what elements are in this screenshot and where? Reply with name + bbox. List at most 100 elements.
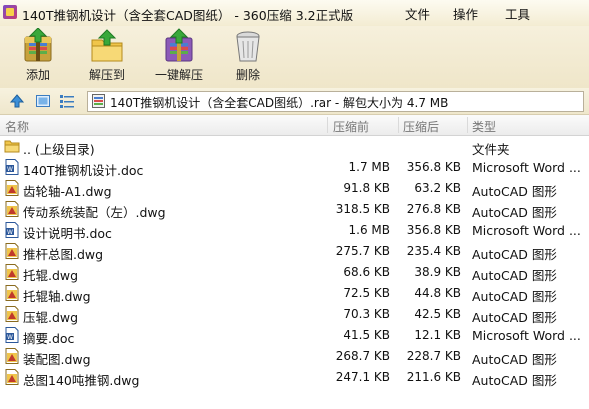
column-divider[interactable] [398, 117, 399, 133]
column-size[interactable]: 压缩前 [333, 118, 369, 135]
parent-directory-name: .. (上级目录) [23, 142, 95, 157]
extract-to-label: 解压到 [88, 68, 125, 82]
folder-icon [4, 140, 20, 153]
file-row[interactable]: 推杆总图.dwg 275.7 KB 235.4 KB AutoCAD 图形 [0, 241, 589, 262]
file-type: AutoCAD 图形 [472, 373, 557, 388]
file-packed-size: 63.2 KB [414, 181, 461, 195]
file-size: 275.7 KB [335, 244, 390, 258]
dwg-file-icon [5, 180, 19, 196]
file-size: 41.5 KB [343, 328, 390, 342]
one-click-extract-icon [165, 28, 193, 62]
file-row[interactable]: 齿轮轴-A1.dwg 91.8 KB 63.2 KB AutoCAD 图形 [0, 178, 589, 199]
file-row[interactable]: 装配图.dwg 268.7 KB 228.7 KB AutoCAD 图形 [0, 346, 589, 367]
file-size: 247.1 KB [335, 370, 390, 384]
one-click-extract-button[interactable]: 一键解压 [144, 28, 214, 86]
path-field[interactable]: 140T推钢机设计（含全套CAD图纸）.rar - 解包大小为 4.7 MB [87, 91, 584, 112]
dwg-file-icon [5, 201, 19, 217]
dwg-file-icon [5, 348, 19, 364]
file-packed-size: 38.9 KB [414, 265, 461, 279]
archive-window: 140T推钢机设计（含全套CAD图纸） - 360压缩 3.2正式版 文件 操作… [0, 0, 589, 409]
svg-text:W: W [7, 334, 13, 341]
file-row[interactable]: W 140T推钢机设计.doc 1.7 MB 356.8 KB Microsof… [0, 157, 589, 178]
file-size: 1.6 MB [348, 223, 390, 237]
file-name: 装配图.dwg [23, 352, 91, 367]
archive-file-icon [92, 94, 105, 108]
column-packed[interactable]: 压缩后 [403, 118, 439, 135]
file-size: 268.7 KB [335, 349, 390, 363]
column-type[interactable]: 类型 [472, 118, 496, 135]
view-thumbnail-icon[interactable] [35, 93, 51, 109]
dwg-file-icon [5, 369, 19, 385]
column-name[interactable]: 名称 [5, 118, 29, 135]
file-name: 140T推钢机设计.doc [23, 163, 144, 178]
extract-folder-icon [91, 29, 123, 62]
file-packed-size: 211.6 KB [406, 370, 461, 384]
file-row[interactable]: 托辊轴.dwg 72.5 KB 44.8 KB AutoCAD 图形 [0, 283, 589, 304]
file-name: 传动系统装配（左）.dwg [23, 205, 166, 220]
add-button[interactable]: 添加 [3, 28, 73, 86]
app-logo-icon [3, 5, 17, 19]
file-packed-size: 276.8 KB [406, 202, 461, 216]
file-type: AutoCAD 图形 [472, 205, 557, 220]
file-type: Microsoft Word ... [472, 223, 581, 238]
file-packed-size: 228.7 KB [406, 349, 461, 363]
archive-path: 140T推钢机设计（含全套CAD图纸）.rar - 解包大小为 4.7 MB [110, 96, 449, 110]
file-type: AutoCAD 图形 [472, 352, 557, 367]
svg-text:W: W [7, 229, 13, 236]
file-name: 齿轮轴-A1.dwg [23, 184, 112, 199]
file-name: 摘要.doc [23, 331, 75, 346]
word-doc-icon: W [5, 159, 19, 175]
file-type: Microsoft Word ... [472, 160, 581, 175]
dwg-file-icon [5, 264, 19, 280]
file-size: 68.6 KB [343, 265, 390, 279]
delete-label: 删除 [235, 68, 260, 82]
dwg-file-icon [5, 306, 19, 322]
file-size: 91.8 KB [343, 181, 390, 195]
window-title: 140T推钢机设计（含全套CAD图纸） - 360压缩 3.2正式版 [22, 8, 354, 23]
file-type: Microsoft Word ... [472, 328, 581, 343]
file-name: 推杆总图.dwg [23, 247, 104, 262]
file-packed-size: 235.4 KB [406, 244, 461, 258]
svg-text:W: W [7, 166, 13, 173]
dwg-file-icon [5, 243, 19, 259]
column-divider[interactable] [327, 117, 328, 133]
parent-directory-row[interactable]: .. (上级目录) 文件夹 [0, 136, 589, 157]
up-arrow-icon[interactable] [9, 93, 25, 109]
file-type: AutoCAD 图形 [472, 184, 557, 199]
file-row[interactable]: 总图140吨推钢.dwg 247.1 KB 211.6 KB AutoCAD 图… [0, 367, 589, 388]
file-packed-size: 42.5 KB [414, 307, 461, 321]
file-name: 设计说明书.doc [23, 226, 112, 241]
file-packed-size: 44.8 KB [414, 286, 461, 300]
file-row[interactable]: 托辊.dwg 68.6 KB 38.9 KB AutoCAD 图形 [0, 262, 589, 283]
column-header: 名称 压缩前 压缩后 类型 [0, 115, 589, 136]
file-row[interactable]: 压辊.dwg 70.3 KB 42.5 KB AutoCAD 图形 [0, 304, 589, 325]
file-name: 托辊轴.dwg [23, 289, 91, 304]
extract-to-button[interactable]: 解压到 [72, 28, 142, 86]
menu-tools[interactable]: 工具 [505, 4, 530, 23]
file-packed-size: 12.1 KB [414, 328, 461, 342]
file-type: AutoCAD 图形 [472, 310, 557, 325]
toolbar: 添加 解压到 一键解压 删除 [0, 26, 589, 89]
menu-operation[interactable]: 操作 [453, 4, 478, 23]
file-name: 托辊.dwg [23, 268, 79, 283]
file-size: 318.5 KB [335, 202, 390, 216]
one-click-extract-label: 一键解压 [154, 68, 203, 82]
delete-button[interactable]: 删除 [213, 28, 283, 86]
file-row[interactable]: W 摘要.doc 41.5 KB 12.1 KB Microsoft Word … [0, 325, 589, 346]
file-size: 1.7 MB [348, 160, 390, 174]
view-list-icon[interactable] [59, 93, 75, 109]
dwg-file-icon [5, 285, 19, 301]
word-doc-icon: W [5, 327, 19, 343]
add-archive-icon [24, 28, 52, 62]
column-divider[interactable] [467, 117, 468, 133]
word-doc-icon: W [5, 222, 19, 238]
title-bar: 140T推钢机设计（含全套CAD图纸） - 360压缩 3.2正式版 文件 操作… [0, 0, 589, 26]
address-bar: 140T推钢机设计（含全套CAD图纸）.rar - 解包大小为 4.7 MB [0, 88, 589, 115]
menu-file[interactable]: 文件 [405, 4, 430, 23]
add-label: 添加 [25, 68, 50, 82]
file-row[interactable]: 传动系统装配（左）.dwg 318.5 KB 276.8 KB AutoCAD … [0, 199, 589, 220]
parent-directory-type: 文件夹 [472, 142, 510, 157]
file-size: 72.5 KB [343, 286, 390, 300]
file-packed-size: 356.8 KB [406, 160, 461, 174]
file-row[interactable]: W 设计说明书.doc 1.6 MB 356.8 KB Microsoft Wo… [0, 220, 589, 241]
